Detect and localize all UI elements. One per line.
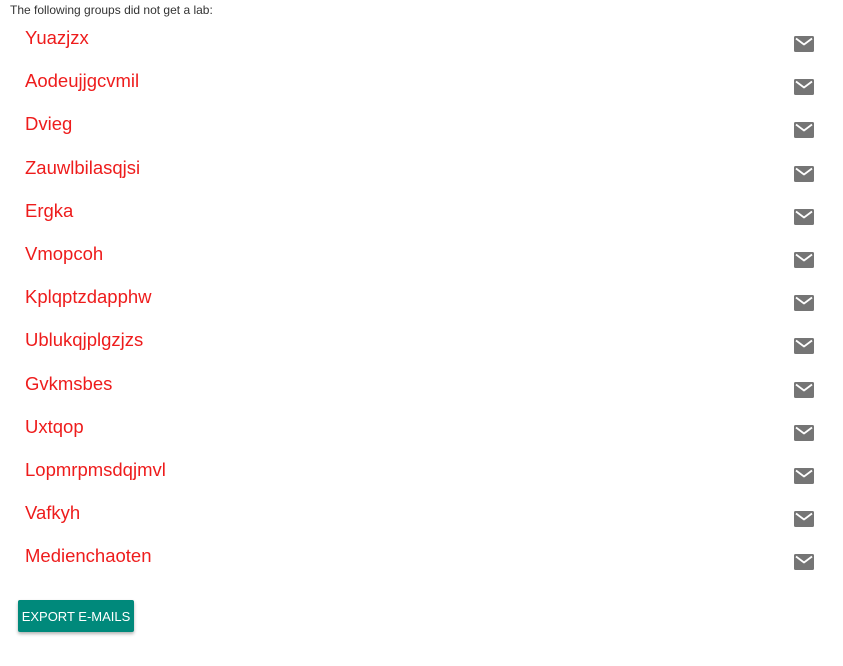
mail-icon[interactable] xyxy=(793,121,815,139)
group-name[interactable]: Yuazjzx xyxy=(25,27,89,49)
group-row: Vafkyh xyxy=(0,499,843,542)
group-row: Aodeujjgcvmil xyxy=(0,67,843,110)
group-row: Ublukqjplgzjzs xyxy=(0,326,843,369)
group-name[interactable]: Vmopcoh xyxy=(25,243,103,265)
group-row: Medienchaoten xyxy=(0,542,843,585)
group-name[interactable]: Ublukqjplgzjzs xyxy=(25,329,143,351)
group-name[interactable]: Ergka xyxy=(25,200,73,222)
mail-icon[interactable] xyxy=(793,78,815,96)
mail-icon[interactable] xyxy=(793,337,815,355)
group-row: Gvkmsbes xyxy=(0,370,843,413)
group-row: Dvieg xyxy=(0,110,843,153)
intro-text: The following groups did not get a lab: xyxy=(10,3,213,17)
mail-icon[interactable] xyxy=(793,251,815,269)
mail-icon[interactable] xyxy=(793,553,815,571)
group-name[interactable]: Dvieg xyxy=(25,113,72,135)
group-row: Vmopcoh xyxy=(0,240,843,283)
group-row: Ergka xyxy=(0,197,843,240)
mail-icon[interactable] xyxy=(793,165,815,183)
mail-icon[interactable] xyxy=(793,424,815,442)
mail-icon[interactable] xyxy=(793,294,815,312)
group-name[interactable]: Uxtqop xyxy=(25,416,84,438)
group-list: Yuazjzx Aodeujjgcvmil Dvieg Zauwlbilasqj… xyxy=(0,24,843,585)
group-name[interactable]: Gvkmsbes xyxy=(25,373,112,395)
mail-icon[interactable] xyxy=(793,510,815,528)
group-row: Yuazjzx xyxy=(0,24,843,67)
mail-icon[interactable] xyxy=(793,35,815,53)
group-name[interactable]: Medienchaoten xyxy=(25,545,152,567)
mail-icon[interactable] xyxy=(793,467,815,485)
mail-icon[interactable] xyxy=(793,381,815,399)
group-name[interactable]: Aodeujjgcvmil xyxy=(25,70,139,92)
group-row: Kplqptzdapphw xyxy=(0,283,843,326)
group-name[interactable]: Zauwlbilasqjsi xyxy=(25,157,140,179)
mail-icon[interactable] xyxy=(793,208,815,226)
group-row: Uxtqop xyxy=(0,413,843,456)
export-emails-button[interactable]: EXPORT E-MAILS xyxy=(18,600,134,632)
group-name[interactable]: Lopmrpmsdqjmvl xyxy=(25,459,166,481)
group-name[interactable]: Vafkyh xyxy=(25,502,80,524)
group-row: Lopmrpmsdqjmvl xyxy=(0,456,843,499)
group-name[interactable]: Kplqptzdapphw xyxy=(25,286,152,308)
group-row: Zauwlbilasqjsi xyxy=(0,154,843,197)
